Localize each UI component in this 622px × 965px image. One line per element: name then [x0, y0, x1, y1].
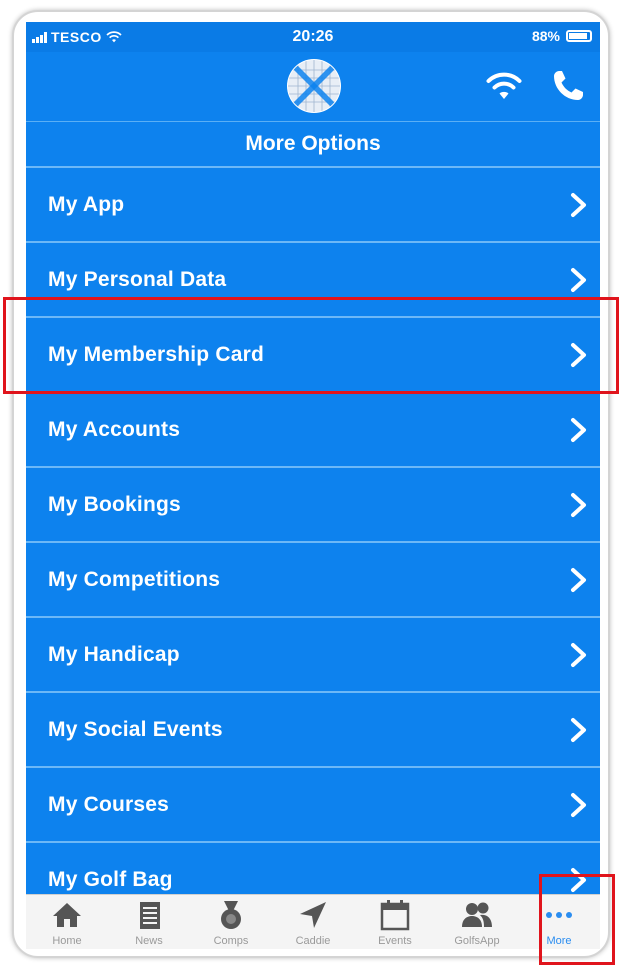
navigation-arrow-icon — [300, 902, 326, 928]
menu-item-label: My Competitions — [48, 568, 221, 591]
status-bar: TESCO 20:26 88% — [26, 22, 600, 52]
menu-item-my-app[interactable]: My App — [26, 168, 600, 243]
people-icon — [462, 902, 492, 927]
page-title: More Options — [26, 122, 600, 168]
menu-item-label: My Handicap — [48, 643, 180, 666]
tab-home[interactable]: Home — [26, 895, 108, 949]
tab-comps[interactable]: Comps — [190, 895, 272, 949]
tab-more[interactable]: More — [518, 895, 600, 949]
chevron-right-icon — [571, 343, 586, 367]
tab-label: More — [546, 935, 572, 947]
tab-label: Home — [52, 935, 82, 947]
menu-item-my-competitions[interactable]: My Competitions — [26, 543, 600, 618]
chevron-right-icon — [571, 268, 586, 292]
menu-item-label: My Courses — [48, 793, 170, 816]
chevron-right-icon — [571, 193, 586, 217]
home-icon — [53, 903, 81, 927]
menu-item-my-social-events[interactable]: My Social Events — [26, 693, 600, 768]
tab-label: GolfsApp — [454, 935, 500, 947]
tab-golfsapp[interactable]: GolfsApp — [436, 895, 518, 949]
wifi-icon[interactable] — [486, 72, 522, 102]
tab-label: News — [135, 935, 163, 947]
chevron-right-icon — [571, 868, 586, 892]
calendar-icon — [380, 900, 410, 931]
tab-news[interactable]: News — [108, 895, 190, 949]
menu-item-my-accounts[interactable]: My Accounts — [26, 393, 600, 468]
chevron-right-icon — [571, 718, 586, 742]
tab-label: Caddie — [295, 935, 331, 947]
battery-icon — [566, 30, 592, 42]
tab-label: Events — [378, 935, 412, 947]
chevron-right-icon — [571, 418, 586, 442]
more-options-list: My App My Personal Data My Membership Ca… — [26, 168, 600, 918]
scotland-saltire-golf-ball-icon[interactable] — [284, 56, 344, 116]
menu-item-my-membership-card[interactable]: My Membership Card — [26, 318, 600, 393]
menu-item-label: My Accounts — [48, 418, 181, 441]
more-dots-icon — [546, 912, 572, 918]
tab-caddie[interactable]: Caddie — [272, 895, 354, 949]
medal-icon — [221, 901, 241, 929]
menu-item-label: My Social Events — [48, 718, 223, 741]
menu-item-label: My Bookings — [48, 493, 181, 516]
menu-item-label: My Membership Card — [48, 343, 264, 366]
app-header — [26, 52, 600, 122]
menu-item-my-personal-data[interactable]: My Personal Data — [26, 243, 600, 318]
phone-icon[interactable] — [550, 68, 586, 104]
status-time: 20:26 — [292, 28, 334, 45]
chevron-right-icon — [571, 643, 586, 667]
bottom-tab-bar: Home News Comps Caddie Events GolfsApp M… — [26, 894, 600, 949]
menu-item-my-handicap[interactable]: My Handicap — [26, 618, 600, 693]
battery-percent: 88% — [531, 28, 560, 44]
phone-frame: TESCO 20:26 88% More Options My App My P… — [12, 10, 610, 958]
menu-item-label: My App — [48, 193, 125, 216]
menu-item-my-bookings[interactable]: My Bookings — [26, 468, 600, 543]
tab-events[interactable]: Events — [354, 895, 436, 949]
menu-item-my-courses[interactable]: My Courses — [26, 768, 600, 843]
status-right: 88% — [532, 28, 592, 44]
news-icon — [140, 902, 160, 929]
chevron-right-icon — [571, 493, 586, 517]
chevron-right-icon — [571, 793, 586, 817]
app-screen: TESCO 20:26 88% More Options My App My P… — [26, 22, 600, 949]
chevron-right-icon — [571, 568, 586, 592]
tab-label: Comps — [213, 935, 249, 947]
menu-item-label: My Personal Data — [48, 268, 227, 291]
